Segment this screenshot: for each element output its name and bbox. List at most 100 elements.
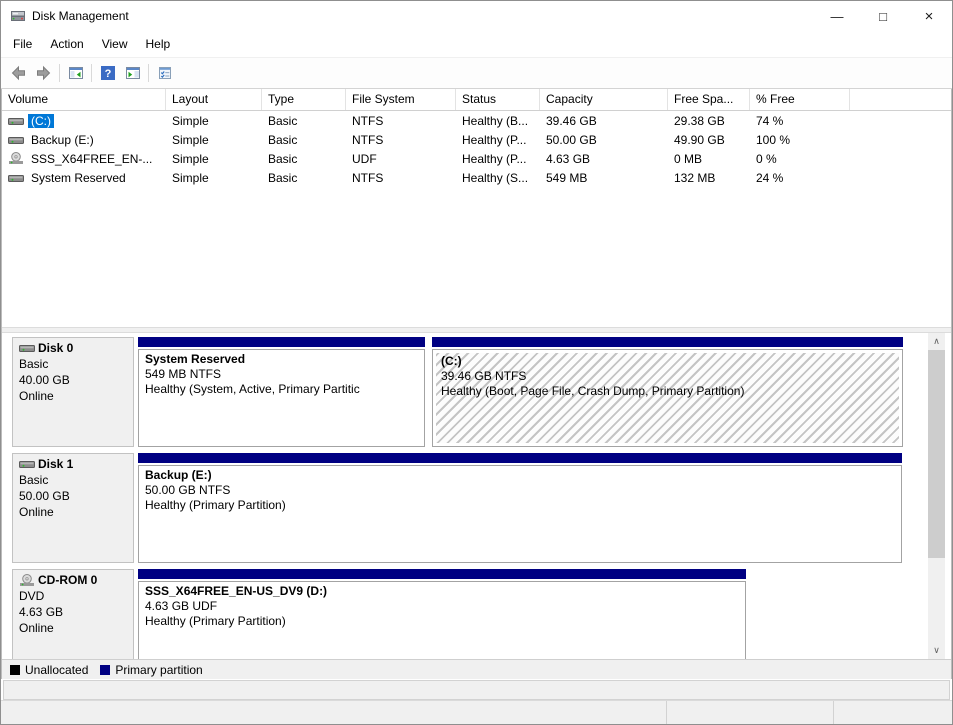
forward-arrow-icon[interactable] [31,61,56,85]
disk-row-cd-rom-0: CD-ROM 0DVD4.63 GBOnlineSSS_X64FREE_EN-U… [12,569,928,659]
hard-disk-icon [8,115,24,127]
hard-disk-icon [8,134,24,146]
partition-area: SSS_X64FREE_EN-US_DV9 (D:)4.63 GB UDFHea… [138,569,746,659]
partition-body[interactable]: SSS_X64FREE_EN-US_DV9 (D:)4.63 GB UDFHea… [138,581,746,659]
volume-cell-type: Basic [262,133,346,147]
toolbar-separator [59,64,60,82]
volume-cell-layout: Simple [166,152,262,166]
window-status-bar [1,700,952,724]
menu-help[interactable]: Help [137,33,180,55]
menu-file[interactable]: File [4,33,41,55]
partition-color-bar [138,569,746,579]
back-arrow-icon[interactable] [6,61,31,85]
volume-cell-pct: 74 % [750,114,850,128]
menu-action[interactable]: Action [41,33,92,55]
column-header-free-spa-[interactable]: Free Spa... [668,89,750,110]
scrollbar-thumb[interactable] [928,350,945,558]
status-segment [667,701,834,724]
column-header-capacity[interactable]: Capacity [540,89,668,110]
disk-name: Disk 1 [19,457,127,471]
partition-body[interactable]: System Reserved549 MB NTFSHealthy (Syste… [138,349,425,447]
partition-color-bar [432,337,903,347]
vertical-scrollbar[interactable]: ∧ ∨ [928,333,945,659]
disk-info-line: Online [19,389,127,403]
partition-name: System Reserved [145,352,418,366]
volume-cell-status: Healthy (S... [456,171,540,185]
column-header-%-free[interactable]: % Free [750,89,850,110]
volume-row[interactable]: Backup (E:)SimpleBasicNTFSHealthy (P...5… [2,130,951,149]
volume-cell-layout: Simple [166,133,262,147]
disk-info-line: 4.63 GB [19,605,127,619]
console-tree-icon[interactable] [63,61,88,85]
partition-status: Healthy (Boot, Page File, Crash Dump, Pr… [441,384,894,398]
volume-table-body: (C:)SimpleBasicNTFSHealthy (B...39.46 GB… [2,111,951,187]
volume-cell-free: 0 MB [668,152,750,166]
volume-cell-pct: 24 % [750,171,850,185]
column-header-type[interactable]: Type [262,89,346,110]
partition-color-bar [138,337,425,347]
disk-row-disk-0: Disk 0Basic40.00 GBOnlineSystem Reserved… [12,337,928,447]
disk-name-text: CD-ROM 0 [38,573,97,587]
column-header-status[interactable]: Status [456,89,540,110]
partition-body[interactable]: Backup (E:)50.00 GB NTFSHealthy (Primary… [138,465,902,563]
partition-body[interactable]: (C:)39.46 GB NTFSHealthy (Boot, Page Fil… [432,349,903,447]
cd-drive-icon [19,574,35,587]
minimize-button[interactable]: — [814,1,860,31]
action-pane-icon[interactable] [120,61,145,85]
volume-name-label[interactable]: SSS_X64FREE_EN-... [28,152,155,166]
volume-row[interactable]: (C:)SimpleBasicNTFSHealthy (B...39.46 GB… [2,111,951,130]
status-segment [834,701,952,724]
volume-row[interactable]: SSS_X64FREE_EN-...SimpleBasicUDFHealthy … [2,149,951,168]
volume-cell-capacity: 39.46 GB [540,114,668,128]
volume-cell-pct: 100 % [750,133,850,147]
volume-cell-status: Healthy (B... [456,114,540,128]
partition-block[interactable]: (C:)39.46 GB NTFSHealthy (Boot, Page Fil… [432,337,903,447]
toolbar: ? [1,57,952,89]
volume-cell-layout: Simple [166,171,262,185]
volume-cell-fs: NTFS [346,114,456,128]
disk-name: Disk 0 [19,341,127,355]
toolbar-separator [148,64,149,82]
volume-cell-free: 49.90 GB [668,133,750,147]
legend-color-swatch [100,665,110,675]
disk-label[interactable]: Disk 0Basic40.00 GBOnline [12,337,134,447]
volume-cell-volume: SSS_X64FREE_EN-... [2,152,166,166]
legend-color-swatch [10,665,20,675]
menu-view[interactable]: View [93,33,137,55]
hard-disk-icon [19,342,35,354]
disk-graph-pane: Disk 0Basic40.00 GBOnlineSystem Reserved… [2,333,951,659]
disk-graph-content: Disk 0Basic40.00 GBOnlineSystem Reserved… [2,333,928,659]
svg-text:?: ? [104,68,111,80]
disk-label[interactable]: CD-ROM 0DVD4.63 GBOnline [12,569,134,659]
partition-size: 549 MB NTFS [145,367,418,381]
partition-size: 4.63 GB UDF [145,599,739,613]
scrollbar-track[interactable] [928,558,945,642]
partition-block[interactable]: Backup (E:)50.00 GB NTFSHealthy (Primary… [138,453,902,563]
volume-cell-status: Healthy (P... [456,152,540,166]
disk-management-app-icon [10,8,26,24]
volume-row[interactable]: System ReservedSimpleBasicNTFSHealthy (S… [2,168,951,187]
partition-block[interactable]: System Reserved549 MB NTFSHealthy (Syste… [138,337,425,447]
partition-status: Healthy (System, Active, Primary Partiti… [145,382,418,396]
maximize-button[interactable]: □ [860,1,906,31]
scroll-down-icon[interactable]: ∨ [928,642,945,659]
properties-icon[interactable] [152,61,177,85]
volume-name-label[interactable]: (C:) [28,114,54,128]
volume-name-label[interactable]: Backup (E:) [28,133,97,147]
volume-cell-status: Healthy (P... [456,133,540,147]
volume-name-label[interactable]: System Reserved [28,171,129,185]
close-button[interactable]: × [906,1,952,31]
disk-label[interactable]: Disk 1Basic50.00 GBOnline [12,453,134,563]
partition-size: 50.00 GB NTFS [145,483,895,497]
help-icon[interactable]: ? [95,61,120,85]
disk-info-line: Basic [19,357,127,371]
partition-name: SSS_X64FREE_EN-US_DV9 (D:) [145,584,739,598]
volume-cell-capacity: 549 MB [540,171,668,185]
column-header-extra[interactable] [850,89,951,110]
partition-block[interactable]: SSS_X64FREE_EN-US_DV9 (D:)4.63 GB UDFHea… [138,569,746,659]
column-header-volume[interactable]: Volume [2,89,166,110]
scroll-up-icon[interactable]: ∧ [928,333,945,350]
disk-info-line: 50.00 GB [19,489,127,503]
column-header-file-system[interactable]: File System [346,89,456,110]
column-header-layout[interactable]: Layout [166,89,262,110]
